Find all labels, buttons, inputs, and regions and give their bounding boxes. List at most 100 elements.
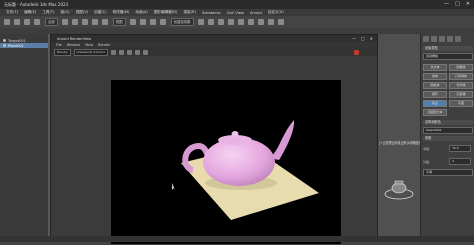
mouse-cursor-icon: [172, 183, 176, 192]
cylinder-button[interactable]: 圆柱体: [423, 82, 447, 89]
selection-set-dropdown[interactable]: 创建选择集: [170, 18, 194, 26]
teapot-wireframe-icon: [384, 180, 414, 200]
box-button[interactable]: 长方体: [423, 64, 447, 71]
maximize-button[interactable]: □: [455, 2, 460, 7]
crop-icon[interactable]: [134, 49, 140, 55]
command-panel: 对象类型 自动栅格 长方体 圆锥体 球体 几何球体 圆柱体 管状体 圆环 四棱锥…: [420, 34, 474, 242]
menu-civil-view[interactable]: Civil View: [227, 11, 244, 15]
renderview-minimize-button[interactable]: —: [352, 36, 356, 41]
render-canvas[interactable]: [111, 80, 341, 244]
cone-button[interactable]: 圆锥体: [449, 64, 473, 71]
move-icon[interactable]: [81, 19, 88, 25]
menu-views[interactable]: 视图(V): [76, 10, 88, 15]
radius-label: 半径:: [423, 146, 431, 151]
percent-snap-icon[interactable]: [159, 19, 166, 25]
channel-icon[interactable]: [110, 49, 116, 55]
redo-icon[interactable]: [14, 19, 20, 25]
rv-menu-window[interactable]: Window: [67, 43, 80, 47]
renderview-close-button[interactable]: ✕: [370, 36, 373, 41]
smooth-checkbox[interactable]: 平滑: [423, 169, 473, 176]
primitive-buttons: 长方体 圆锥体 球体 几何球体 圆柱体 管状体 圆环 四棱锥 茶壶 平面 加强型…: [421, 62, 474, 118]
minimize-button[interactable]: —: [444, 2, 449, 7]
rv-menu-render[interactable]: Render: [98, 43, 110, 47]
plane-button[interactable]: 平面: [449, 100, 473, 107]
teapot-button[interactable]: 茶壶: [423, 100, 447, 107]
menu-modifiers[interactable]: 修改器(M): [113, 10, 130, 15]
snap-icon[interactable]: [139, 19, 146, 25]
rollout-name-color[interactable]: 名称和颜色: [423, 120, 473, 125]
title-bar: 无标题 - Autodesk 3ds Max 2023 — □ ✕: [0, 0, 474, 9]
menu-file[interactable]: 文件(F): [6, 10, 18, 15]
menu-bar: 文件(F) 编辑(E) 工具(T) 组(G) 视图(V) 创建(C) 修改器(M…: [0, 9, 474, 16]
link-icon[interactable]: [24, 19, 30, 25]
render-frame-icon[interactable]: [267, 19, 274, 25]
menu-graph-editors[interactable]: 图形编辑器(D): [154, 10, 178, 15]
select-object-icon[interactable]: [61, 19, 68, 25]
modify-tab-icon[interactable]: [431, 36, 437, 42]
pivot-icon[interactable]: [129, 19, 136, 25]
perspective-viewport[interactable]: [+][透视][标准][默认明暗处理]: [376, 34, 424, 242]
app-title: 无标题 - Autodesk 3ds Max 2023: [4, 1, 69, 7]
tube-button[interactable]: 管状体: [449, 82, 473, 89]
menu-rendering[interactable]: 渲染(R): [183, 10, 196, 15]
rollout-parameters[interactable]: 参数: [423, 136, 473, 141]
layer-icon[interactable]: [217, 19, 224, 25]
menu-create[interactable]: 创建(C): [94, 10, 107, 15]
rv-menu-file[interactable]: File: [56, 43, 62, 47]
renderview-titlebar[interactable]: Arnold RenderView — □ ✕: [51, 35, 377, 42]
main-toolbar: 全部 视图 创建选择集: [0, 16, 474, 28]
menu-group[interactable]: 组(G): [61, 10, 70, 15]
curve-editor-icon[interactable]: [227, 19, 234, 25]
align-icon[interactable]: [207, 19, 214, 25]
camera-dropdown[interactable]: [Viewport] Camera: [73, 48, 108, 56]
teapot-body: [203, 138, 275, 186]
scale-icon[interactable]: [101, 19, 108, 25]
torus-button[interactable]: 圆环: [423, 91, 447, 98]
exposure-icon[interactable]: [118, 49, 124, 55]
visibility-icon[interactable]: [3, 44, 6, 47]
menu-tools[interactable]: 工具(T): [42, 10, 54, 15]
rv-menu-view[interactable]: View: [85, 43, 93, 47]
viewport-label[interactable]: [+][透视][标准][默认明暗处理]: [379, 140, 424, 145]
renderview-maximize-button[interactable]: □: [361, 36, 365, 41]
auto-grid-checkbox[interactable]: 自动栅格: [423, 53, 473, 60]
aov-dropdown[interactable]: Beauty: [54, 48, 71, 56]
angle-snap-icon[interactable]: [149, 19, 156, 25]
undo-icon[interactable]: [4, 19, 10, 25]
menu-animation[interactable]: 动画(A): [135, 10, 147, 15]
motion-tab-icon[interactable]: [447, 36, 453, 42]
rotate-icon[interactable]: [91, 19, 98, 25]
selection-filter-dropdown[interactable]: 全部: [45, 18, 58, 26]
menu-arnold[interactable]: Arnold: [250, 11, 262, 15]
geosphere-button[interactable]: 几何球体: [449, 73, 473, 80]
stop-render-icon[interactable]: [354, 49, 359, 55]
close-button[interactable]: ✕: [466, 2, 470, 7]
hierarchy-tab-icon[interactable]: [439, 36, 445, 42]
pyramid-button[interactable]: 四棱锥: [449, 91, 473, 98]
material-editor-icon[interactable]: [247, 19, 254, 25]
scene-item-plane[interactable]: Plane001: [0, 43, 48, 48]
text-plus-button[interactable]: 加强型文本: [423, 109, 447, 116]
render-setup-icon[interactable]: [257, 19, 264, 25]
scene-item-label: Plane001: [8, 43, 24, 48]
segments-field[interactable]: 4: [449, 158, 471, 165]
object-name-field[interactable]: Teapot001: [423, 127, 473, 134]
menu-edit[interactable]: 编辑(E): [24, 10, 36, 15]
select-by-name-icon[interactable]: [71, 19, 78, 25]
mirror-icon[interactable]: [197, 19, 204, 25]
zoom-icon[interactable]: [126, 49, 132, 55]
render-icon[interactable]: [277, 19, 284, 25]
create-tab-icon[interactable]: [423, 36, 429, 42]
reference-coord-dropdown[interactable]: 视图: [112, 18, 126, 26]
sphere-button[interactable]: 球体: [423, 73, 447, 80]
menu-substance[interactable]: Substance: [202, 11, 221, 15]
visibility-icon[interactable]: [3, 39, 6, 42]
unlink-icon[interactable]: [34, 19, 40, 25]
snapshot-icon[interactable]: [142, 49, 148, 55]
radius-field[interactable]: 35.0: [449, 145, 471, 152]
schematic-icon[interactable]: [237, 19, 244, 25]
renderview-title: Arnold RenderView: [57, 36, 92, 41]
rollout-object-type[interactable]: 对象类型: [423, 46, 473, 51]
display-tab-icon[interactable]: [455, 36, 461, 42]
menu-customize[interactable]: 自定义(U): [268, 10, 284, 15]
